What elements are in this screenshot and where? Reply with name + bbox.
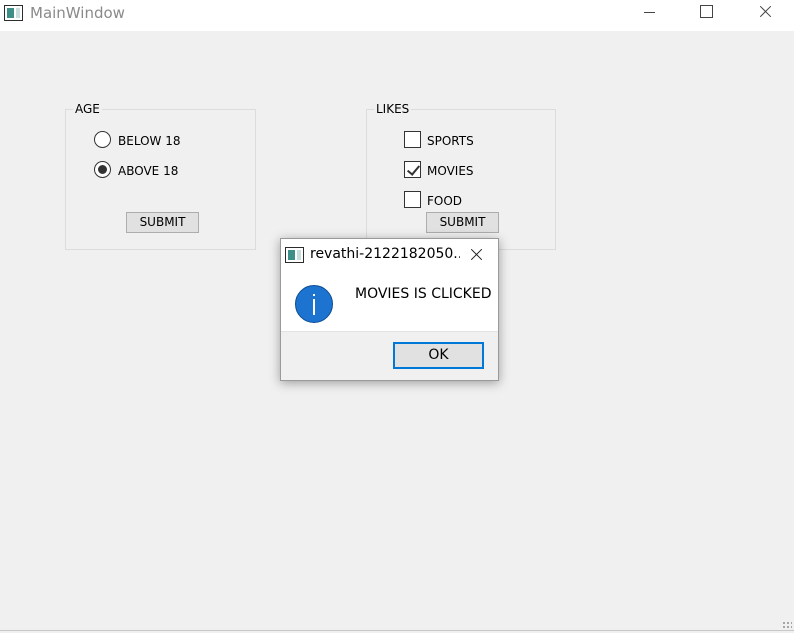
checkbox-sports[interactable] — [404, 131, 421, 148]
maximize-button[interactable] — [677, 0, 735, 31]
title-bar: MainWindow — [0, 0, 794, 31]
dialog-message: MOVIES IS CLICKED — [355, 286, 492, 302]
checkbox-movies-label[interactable]: MOVIES — [427, 164, 474, 178]
radio-below-18[interactable] — [94, 131, 111, 148]
radio-above-18-label[interactable]: ABOVE 18 — [118, 164, 178, 178]
ok-button[interactable]: OK — [393, 342, 484, 369]
checkbox-movies[interactable] — [404, 161, 421, 178]
age-group-title: AGE — [73, 102, 102, 116]
likes-submit-button[interactable]: SUBMIT — [426, 212, 499, 233]
dialog-button-bar: OK — [281, 331, 498, 380]
dialog-close-button[interactable] — [465, 244, 489, 266]
checkbox-sports-label[interactable]: SPORTS — [427, 134, 474, 148]
message-dialog: revathi-2122182050... MOVIES IS CLICKED … — [280, 238, 499, 381]
app-window-icon — [4, 5, 23, 21]
dialog-title: revathi-2122182050... — [310, 246, 460, 262]
window-bottom-border — [0, 630, 794, 631]
close-window-button[interactable] — [736, 0, 794, 31]
window-title: MainWindow — [30, 4, 125, 22]
info-icon — [295, 285, 333, 323]
dialog-app-icon — [285, 247, 304, 263]
minimize-button[interactable] — [620, 0, 678, 31]
radio-above-18[interactable] — [94, 161, 111, 178]
checkbox-food[interactable] — [404, 191, 421, 208]
age-submit-button[interactable]: SUBMIT — [126, 212, 199, 233]
radio-below-18-label[interactable]: BELOW 18 — [118, 134, 180, 148]
likes-group-title: LIKES — [374, 102, 412, 116]
checkbox-food-label[interactable]: FOOD — [427, 194, 462, 208]
